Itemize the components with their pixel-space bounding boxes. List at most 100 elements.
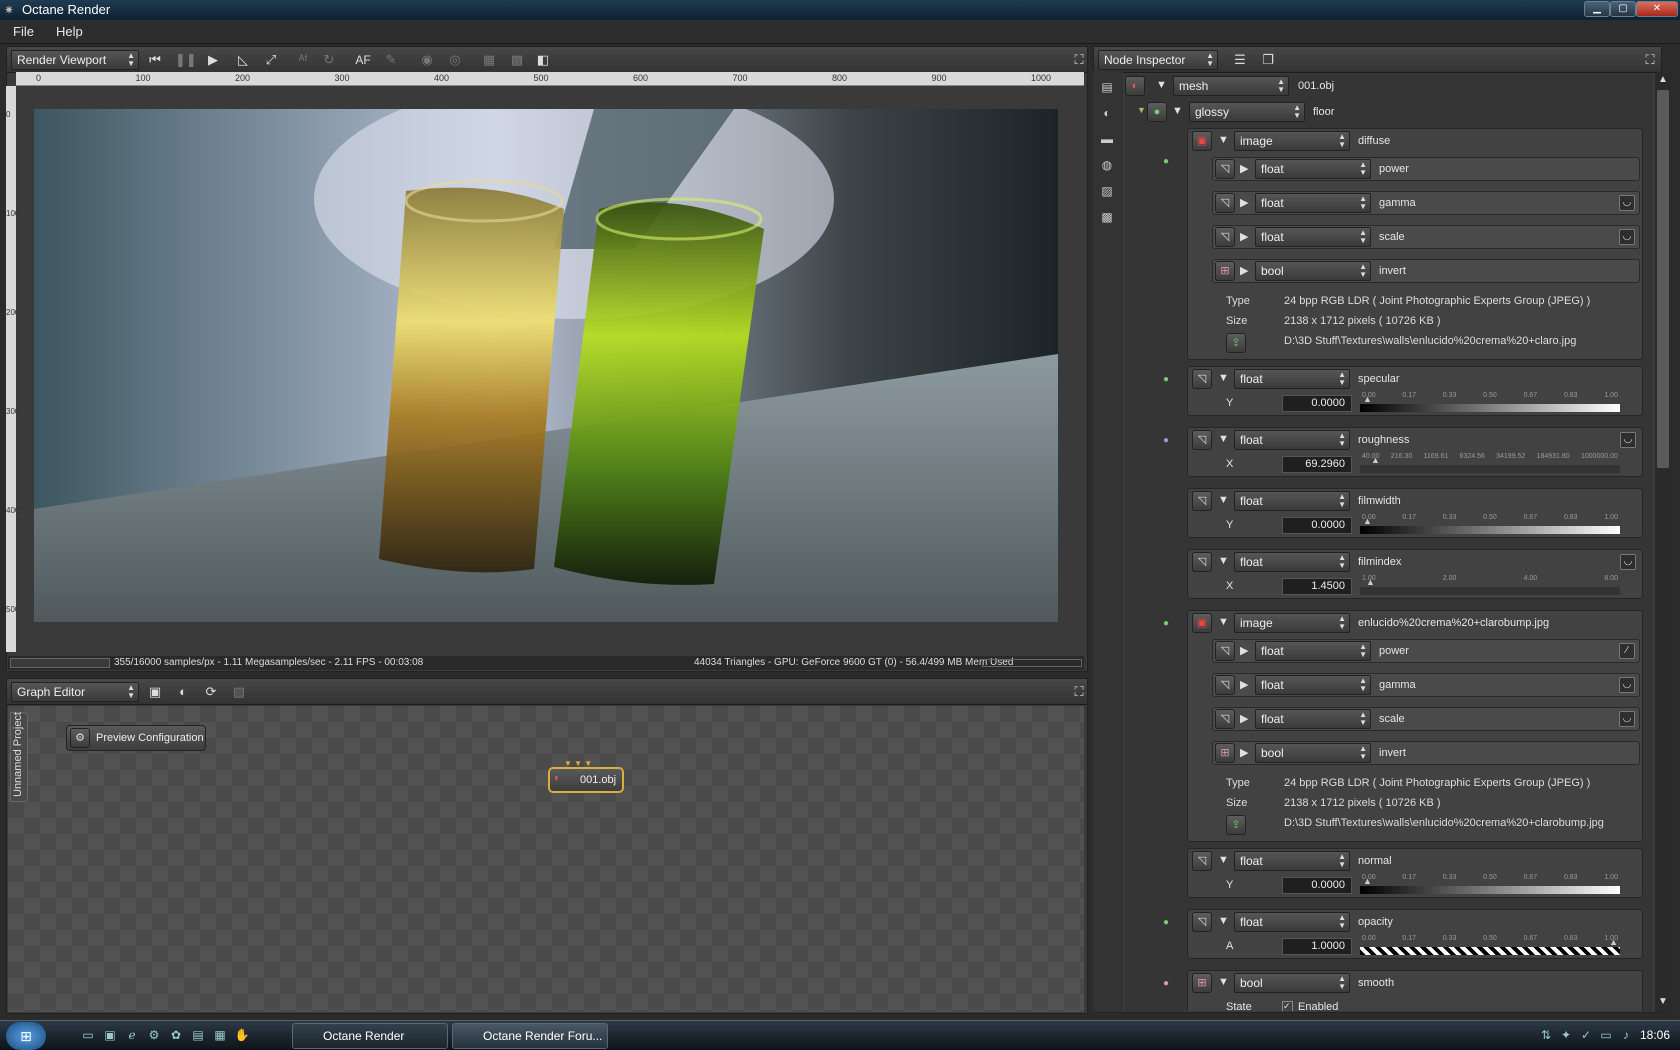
filmindex-type-select[interactable]: float ▲ ▼ [1234,552,1350,572]
opacity-type-select[interactable]: float ▲ ▼ [1234,912,1350,932]
play-icon[interactable]: ▶ [203,51,223,69]
collapse-triangle-icon[interactable]: ▼ [1156,79,1167,91]
opacity-value-input[interactable]: 1.0000 [1282,938,1352,955]
bump-type-select[interactable]: image ▲ ▼ [1234,613,1350,633]
window-switch-icon[interactable]: ▣ [102,1028,118,1044]
expand-triangle-icon[interactable]: ▶ [1240,678,1248,691]
curve-toggle-icon[interactable]: ◡ [1620,432,1636,448]
slider-thumb[interactable]: ▲ [1371,455,1380,465]
specular-slider[interactable]: 0.00 0.17 0.33 0.50 0.67 0.83 1.00 ▲ [1360,392,1620,412]
material-icon[interactable]: ◐ [1099,106,1115,122]
rewind-icon[interactable]: ⏮ [145,51,165,69]
menu-file[interactable]: File [13,24,34,39]
refresh-icon[interactable]: ↻ [319,51,339,69]
specular-value-input[interactable]: 0.0000 [1282,395,1352,412]
scroll-down-icon[interactable]: ▼ [1658,996,1668,1007]
normal-type-select[interactable]: float ▲ ▼ [1234,851,1350,871]
normal-value-input[interactable]: 0.0000 [1282,877,1352,894]
slider-thumb[interactable]: ▲ [1363,516,1372,526]
collapse-triangle-icon[interactable]: ▼ [1218,555,1229,567]
expand-triangle-icon[interactable]: ▶ [1240,746,1248,759]
roughness-slider[interactable]: 40.00 216.30 1169.61 6324.56 34199.52 184931.… [1360,453,1620,473]
tray-bluetooth-icon[interactable]: ✦ [1558,1028,1574,1044]
param-type-select[interactable]: float ▲ ▼ [1255,675,1371,695]
viewport-panel-select[interactable]: Render Viewport ▲ ▼ [11,50,139,70]
autofocus-button[interactable]: AF [353,51,373,69]
collapse-triangle-icon[interactable]: ▼ [1218,854,1229,866]
slider-thumb[interactable]: ▲ [1363,394,1372,404]
linear-curve-icon[interactable]: ⁄ [1619,643,1635,659]
app-icon[interactable]: ✿ [168,1028,184,1044]
image-icon[interactable]: ▤ [1099,80,1115,96]
tray-monitor-icon[interactable]: ▭ [1598,1028,1614,1044]
filmindex-value-input[interactable]: 1.4500 [1282,578,1352,595]
curve-toggle-icon[interactable]: ◡ [1619,195,1635,211]
menu-help[interactable]: Help [56,24,83,39]
expand-triangle-icon[interactable]: ▶ [1240,644,1248,657]
param-type-select[interactable]: bool ▲ ▼ [1255,743,1371,763]
graph-panel-select[interactable]: Graph Editor ▲ ▼ [11,682,139,702]
expand-triangle-icon[interactable]: ▶ [1240,196,1248,209]
taskbar-forum-button[interactable]: Octane Render Foru... [452,1023,608,1049]
collapse-icon[interactable]: ☰ [1230,51,1250,69]
picture-icon[interactable]: ▨ [1099,184,1115,200]
curve-toggle-icon[interactable]: ◡ [1620,554,1636,570]
layers-icon[interactable]: ▬ [1099,132,1115,148]
inspector-scrollbar[interactable]: ▲ ▼ [1655,72,1671,1012]
app4-icon[interactable]: ✋ [234,1028,250,1044]
checker-icon[interactable]: ▩ [507,51,527,69]
browser-icon[interactable]: ℯ [124,1028,140,1044]
collapse-triangle-icon[interactable]: ▼ [1218,616,1229,628]
param-type-select[interactable]: float ▲ ▼ [1255,641,1371,661]
material-type-select[interactable]: glossy ▲ ▼ [1189,102,1305,122]
reload-icon[interactable]: ⟳ [201,683,221,701]
mesh-type-select[interactable]: mesh ▲ ▼ [1173,76,1289,96]
app3-icon[interactable]: ▦ [212,1028,228,1044]
collapse-triangle-icon[interactable]: ▼ [1218,372,1229,384]
maximize-panel-icon[interactable]: ⛶ [1640,51,1660,69]
maximize-panel-icon[interactable]: ⛶ [1069,51,1089,69]
slider-thumb[interactable]: ▲ [1366,577,1375,587]
specular-type-select[interactable]: float ▲ ▼ [1234,369,1350,389]
param-type-select[interactable]: float ▲ ▼ [1255,227,1371,247]
project-side-tab[interactable]: Unnamed Project [10,712,28,802]
curve-toggle-icon[interactable]: ◡ [1619,711,1635,727]
pause-icon[interactable]: ❚❚ [175,51,197,69]
settings-icon[interactable]: ⚙ [146,1028,162,1044]
filmwidth-slider[interactable]: 0.00 0.17 0.33 0.50 0.67 0.83 1.00 ▲ [1360,514,1620,534]
param-type-select[interactable]: float ▲ ▼ [1255,193,1371,213]
scroll-thumb[interactable] [1657,90,1669,468]
expand-triangle-icon[interactable]: ▶ [1240,712,1248,725]
load-image-icon[interactable]: ⇪ [1226,815,1246,835]
load-image-icon[interactable]: ⇪ [1226,333,1246,353]
smooth-type-select[interactable]: bool ▲ ▼ [1234,973,1350,993]
param-type-select[interactable]: float ▲ ▼ [1255,159,1371,179]
load-mesh-icon[interactable]: ◐ [173,683,193,701]
show-desktop-icon[interactable]: ▭ [80,1028,96,1044]
inspector-panel-select[interactable]: Node Inspector ▲ ▼ [1098,50,1218,70]
zoom-fit-icon[interactable]: ⤢ [261,51,281,69]
roughness-value-input[interactable]: 69.2960 [1282,456,1352,473]
collapse-triangle-icon[interactable]: ▼ [1218,976,1229,988]
channels-icon[interactable]: ◧ [533,51,553,69]
save-icon[interactable]: ▣ [145,683,165,701]
param-type-select[interactable]: bool ▲ ▼ [1255,261,1371,281]
collapse-triangle-icon[interactable]: ▼ [1218,494,1229,506]
scroll-up-icon[interactable]: ▲ [1658,74,1668,85]
autofocus-disabled-icon[interactable]: ᴬᶠ [293,51,313,69]
graph-canvas[interactable] [8,706,1084,1012]
normal-slider[interactable]: 0.00 0.17 0.33 0.50 0.67 0.83 1.00 ▲ [1360,874,1620,894]
tray-volume-icon[interactable]: ♪ [1618,1028,1634,1044]
start-button-icon[interactable]: ⊞ [6,1022,46,1050]
expand-triangle-icon[interactable]: ▶ [1240,264,1248,277]
mesh-node[interactable]: ◐ 001.obj ▼ ▼ ▼ [549,759,623,792]
collapse-triangle-icon[interactable]: ▼ [1218,134,1229,146]
disabled-node-icon[interactable]: ▧ [229,683,249,701]
filmindex-slider[interactable]: 1.00 2.00 4.00 8.00 ▲ [1360,575,1620,595]
maximize-button[interactable]: ▢ [1610,1,1636,17]
camera-icon[interactable]: ◉ [417,51,437,69]
collapse-triangle-icon[interactable]: ▼ [1218,915,1229,927]
diffuse-type-select[interactable]: image ▲ ▼ [1234,131,1350,151]
curve-toggle-icon[interactable]: ◡ [1619,677,1635,693]
roughness-type-select[interactable]: float ▲ ▼ [1234,430,1350,450]
